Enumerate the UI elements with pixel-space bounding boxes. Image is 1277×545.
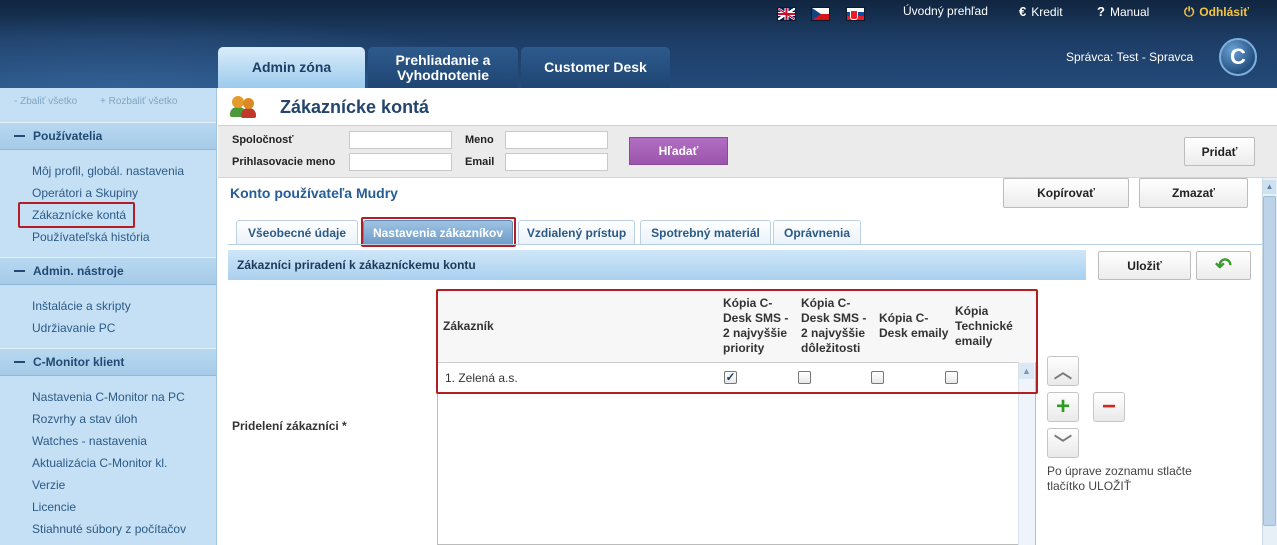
- sidebar-section-cmonitor[interactable]: C-Monitor klient: [0, 348, 216, 376]
- move-up-button[interactable]: ︿: [1047, 356, 1079, 386]
- users-icon: [230, 96, 258, 118]
- sidebar-item-cmonitor-settings[interactable]: Nastavenia C-Monitor na PC: [32, 390, 185, 404]
- name-input[interactable]: [505, 131, 608, 149]
- sidebar-item-installs[interactable]: Inštalácie a skripty: [32, 299, 131, 313]
- search-button[interactable]: Hľadať: [629, 137, 728, 165]
- sidebar-item-operators[interactable]: Operátori a Skupiny: [32, 186, 138, 200]
- logout-label: Odhlásiť: [1199, 5, 1250, 19]
- undo-arrow-icon: ↶: [1215, 255, 1232, 277]
- sidebar-section-title: C-Monitor klient: [33, 355, 125, 369]
- tab-review-label: Prehliadanie a Vyhodnotenie: [395, 51, 491, 83]
- tab-consumables[interactable]: Spotrebný materiál: [640, 220, 771, 244]
- collapse-dash-icon: [14, 270, 25, 272]
- flag-sk-icon[interactable]: [846, 7, 865, 21]
- manual-label: Manual: [1109, 5, 1150, 19]
- sidebar-section-title: Používatelia: [33, 129, 103, 143]
- login-input[interactable]: [349, 153, 452, 171]
- name-label: Meno: [465, 134, 494, 146]
- save-hint: Po úprave zoznamu stlačte tlačítko ULOŽI…: [1047, 464, 1192, 493]
- credit-link[interactable]: € Kredit: [1019, 4, 1063, 19]
- sidebar-section-users[interactable]: Používatelia: [0, 122, 216, 150]
- power-icon: ⏻: [1184, 4, 1195, 19]
- sidebar-item-my-profile[interactable]: Môj profil, globál. nastavenia: [32, 164, 184, 178]
- sidebar-item-update[interactable]: Aktualizácia C-Monitor kl.: [32, 456, 167, 470]
- minus-icon: −: [1101, 393, 1116, 420]
- tab-general-info[interactable]: Všeobecné údaje: [236, 220, 358, 244]
- sidebar-item-licenses[interactable]: Licencie: [32, 500, 76, 514]
- sidebar-section-title: Admin. nástroje: [33, 264, 124, 278]
- copy-button[interactable]: Kopírovať: [1003, 178, 1129, 208]
- add-customer-button[interactable]: +: [1047, 392, 1079, 422]
- tab-review-line2: Vyhodnotenie: [396, 66, 490, 83]
- page-title: Zákaznícke kontá: [280, 97, 430, 117]
- tabs-divider: [228, 244, 1277, 245]
- sidebar-item-watches[interactable]: Watches - nastavenia: [32, 434, 147, 448]
- app-logo: C: [1219, 38, 1257, 76]
- sidebar-section-admin-tools[interactable]: Admin. nástroje: [0, 257, 216, 285]
- overview-link[interactable]: Úvodný prehľad: [903, 4, 988, 18]
- tab-review-evaluation[interactable]: Prehliadanie a Vyhodnotenie: [368, 47, 518, 88]
- back-button[interactable]: ↶: [1196, 251, 1251, 280]
- logout-link[interactable]: ⏻ Odhlásiť: [1184, 4, 1249, 20]
- email-input[interactable]: [505, 153, 608, 171]
- company-label: Spoločnosť: [232, 134, 294, 146]
- assigned-customers-label: Pridelení zákazníci *: [232, 419, 347, 433]
- section-header: Zákazníci priradení k zákazníckemu kontu: [228, 250, 1086, 280]
- highlight-table: [436, 289, 1038, 394]
- login-label: Prihlasovacie meno: [232, 156, 336, 168]
- collapse-dash-icon: [14, 361, 25, 363]
- add-button[interactable]: Pridať: [1184, 137, 1255, 166]
- tab-admin-zone[interactable]: Admin zóna: [218, 47, 365, 88]
- highlight-sidebar-item: [18, 202, 135, 228]
- sidebar-item-versions[interactable]: Verzie: [32, 478, 65, 492]
- scrollbar-thumb[interactable]: [1263, 196, 1276, 526]
- email-label: Email: [465, 156, 495, 168]
- manual-link[interactable]: ? Manual: [1097, 4, 1149, 19]
- sidebar-item-pc-maintenance[interactable]: Udržiavanie PC: [32, 321, 115, 335]
- collapse-dash-icon: [14, 135, 25, 137]
- remove-customer-button[interactable]: −: [1093, 392, 1125, 422]
- tab-review-line1: Prehliadanie a: [395, 51, 491, 68]
- tab-customer-desk[interactable]: Customer Desk: [521, 47, 670, 88]
- euro-icon: €: [1019, 4, 1027, 19]
- chevron-down-icon: ﹀: [1054, 434, 1072, 454]
- sidebar-item-user-history[interactable]: Používateľská história: [32, 230, 150, 244]
- move-down-button[interactable]: ﹀: [1047, 428, 1079, 458]
- admin-prefix: Správca:: [1066, 50, 1114, 64]
- chevron-up-icon: ︿: [1054, 362, 1072, 382]
- plus-icon: +: [1055, 393, 1070, 420]
- expand-all-link[interactable]: + Rozbaliť všetko: [100, 96, 177, 107]
- save-button[interactable]: Uložiť: [1098, 251, 1191, 280]
- highlight-active-tab: [361, 217, 516, 247]
- admin-name[interactable]: Test - Spravca: [1116, 50, 1193, 64]
- help-icon: ?: [1097, 4, 1105, 19]
- collapse-all-link[interactable]: - Zbaliť všetko: [14, 96, 77, 107]
- sidebar: [0, 88, 217, 545]
- account-title: Konto používateľa Mudry: [230, 185, 398, 201]
- tab-permissions[interactable]: Oprávnenia: [773, 220, 861, 244]
- sidebar-item-downloads[interactable]: Stiahnuté súbory z počítačov: [32, 522, 186, 536]
- sidebar-item-schedules[interactable]: Rozvrhy a stav úloh: [32, 412, 137, 426]
- delete-button[interactable]: Zmazať: [1139, 178, 1248, 208]
- scroll-up-arrow-icon[interactable]: ▲: [1263, 180, 1276, 194]
- admin-user-label: Správca: Test - Spravca: [1066, 50, 1193, 64]
- company-input[interactable]: [349, 131, 452, 149]
- credit-label: Kredit: [1031, 5, 1063, 19]
- flag-cz-icon[interactable]: [811, 7, 830, 21]
- tab-remote-access[interactable]: Vzdialený prístup: [518, 220, 635, 244]
- flag-en-icon[interactable]: [777, 7, 796, 21]
